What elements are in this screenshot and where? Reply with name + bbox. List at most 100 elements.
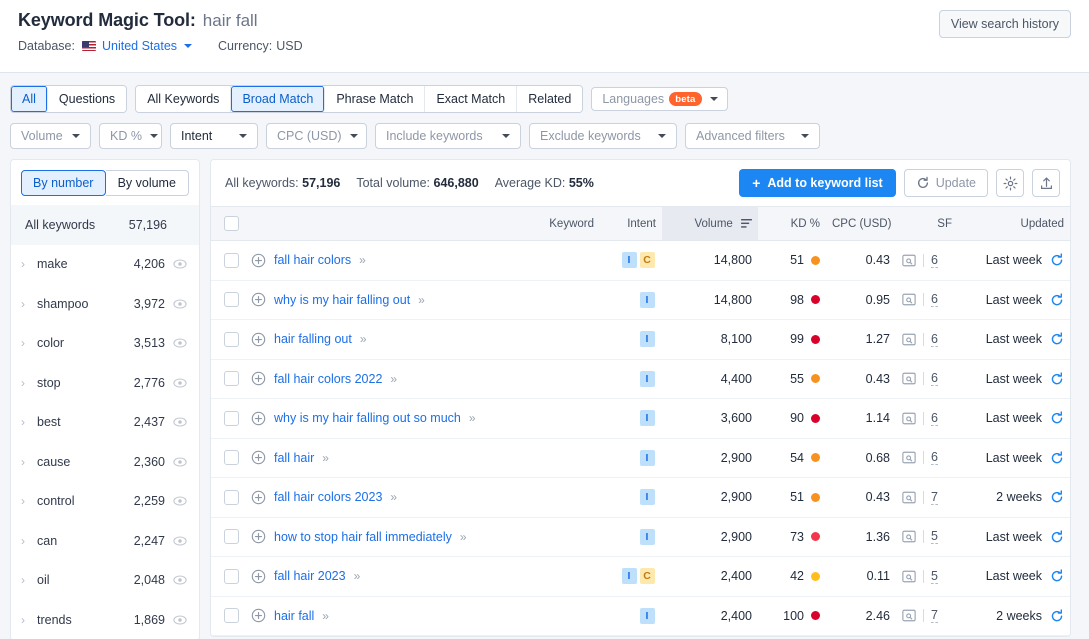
intent-badge-i[interactable]: I [639,489,655,506]
serp-features-icon[interactable] [902,333,916,346]
serp-features-icon[interactable] [902,293,916,306]
sidebar-item-all-keywords[interactable]: All keywords 57,196 [11,205,199,245]
keyword-link[interactable]: fall hair 2023 [274,569,346,583]
intent-badge-i[interactable]: I [639,331,655,348]
column-updated[interactable]: Updated [958,206,1070,241]
eye-icon[interactable] [173,455,187,469]
chevron-right-icon[interactable]: › [21,534,37,548]
tab-broad-match[interactable]: Broad Match [231,86,326,112]
tab-all[interactable]: All [11,86,48,112]
gear-icon[interactable] [996,169,1024,197]
refresh-icon[interactable] [1050,530,1064,544]
volume-filter[interactable]: Volume [10,123,91,149]
expand-keyword-icon[interactable]: » [322,451,329,465]
sidebar-item-color[interactable]: › color 3,513 [11,324,199,364]
serp-features-icon[interactable] [902,609,916,622]
chevron-right-icon[interactable]: › [21,415,37,429]
add-keyword-icon[interactable] [251,411,266,426]
table-row[interactable]: hair falling out » I 8,100 99 1.27 6 Las… [211,319,1070,360]
keyword-link[interactable]: why is my hair falling out so much [274,411,461,425]
column-sf[interactable]: SF [896,206,958,241]
refresh-icon[interactable] [1050,451,1064,465]
refresh-icon[interactable] [1050,293,1064,307]
sidebar-item-control[interactable]: › control 2,259 [11,482,199,522]
sidebar-item-can[interactable]: › can 2,247 [11,521,199,561]
expand-keyword-icon[interactable]: » [460,530,467,544]
intent-badge-i[interactable]: I [639,607,655,624]
sidebar-item-trends[interactable]: › trends 1,869 [11,600,199,639]
sf-count[interactable]: 6 [931,411,938,426]
chevron-right-icon[interactable]: › [21,297,37,311]
keyword-link[interactable]: how to stop hair fall immediately [274,530,452,544]
advanced-filters[interactable]: Advanced filters [685,123,820,149]
database-value[interactable]: United States [102,39,177,53]
table-row[interactable]: fall hair » I 2,900 54 0.68 6 Last week [211,438,1070,478]
tab-all-keywords[interactable]: All Keywords [136,86,232,112]
sidebar-item-stop[interactable]: › stop 2,776 [11,363,199,403]
table-row[interactable]: how to stop hair fall immediately » I 2,… [211,517,1070,557]
toggle-by-volume[interactable]: By volume [105,170,189,196]
eye-icon[interactable] [173,297,187,311]
row-checkbox[interactable] [224,252,239,268]
table-row[interactable]: fall hair 2023 » IC 2,400 42 0.11 5 Last… [211,556,1070,597]
column-intent[interactable]: Intent [600,206,662,241]
chevron-right-icon[interactable]: › [21,376,37,390]
row-checkbox[interactable] [224,292,239,308]
refresh-icon[interactable] [1050,609,1064,623]
chevron-right-icon[interactable]: › [21,455,37,469]
row-checkbox[interactable] [224,371,239,387]
sidebar-item-shampoo[interactable]: › shampoo 3,972 [11,284,199,324]
intent-badge-i[interactable]: I [621,568,637,585]
eye-icon[interactable] [173,573,187,587]
expand-keyword-icon[interactable]: » [390,490,397,504]
table-row[interactable]: why is my hair falling out so much » I 3… [211,398,1070,439]
eye-icon[interactable] [173,494,187,508]
add-keyword-icon[interactable] [251,253,266,268]
row-checkbox[interactable] [224,529,239,545]
sf-count[interactable]: 7 [931,608,938,624]
database-selector[interactable]: Database: United States [18,39,193,53]
row-checkbox[interactable] [224,410,239,426]
eye-icon[interactable] [173,336,187,350]
tab-questions[interactable]: Questions [47,86,127,112]
sf-count[interactable]: 6 [931,450,938,466]
table-row[interactable]: hair fall » I 2,400 100 2.46 7 2 weeks [211,596,1070,636]
keyword-link[interactable]: hair fall [274,609,314,623]
intent-badge-c[interactable]: C [639,568,655,585]
refresh-icon[interactable] [1050,569,1064,583]
toggle-by-number[interactable]: By number [21,170,106,196]
expand-keyword-icon[interactable]: » [354,569,361,583]
sf-count[interactable]: 6 [931,292,938,308]
export-icon[interactable] [1032,169,1060,197]
intent-badge-i[interactable]: I [639,370,655,387]
languages-dropdown[interactable]: Languages beta [591,87,728,111]
sf-count[interactable]: 5 [931,529,938,545]
sf-count[interactable]: 7 [931,490,938,505]
intent-badge-c[interactable]: C [639,252,655,269]
eye-icon[interactable] [173,534,187,548]
tab-exact-match[interactable]: Exact Match [425,86,518,112]
row-checkbox[interactable] [224,331,239,347]
table-row[interactable]: why is my hair falling out » I 14,800 98… [211,280,1070,320]
chevron-right-icon[interactable]: › [21,613,37,627]
add-keyword-icon[interactable] [251,332,266,347]
intent-badge-i[interactable]: I [639,291,655,308]
expand-keyword-icon[interactable]: » [360,332,367,346]
row-checkbox[interactable] [224,608,239,624]
refresh-icon[interactable] [1050,490,1064,504]
add-keyword-icon[interactable] [251,529,266,544]
keyword-link[interactable]: fall hair colors [274,253,351,267]
sf-count[interactable]: 6 [931,332,938,347]
add-keyword-icon[interactable] [251,292,266,307]
cpc-filter[interactable]: CPC (USD) [266,123,367,149]
row-checkbox[interactable] [224,450,239,466]
keyword-link[interactable]: fall hair [274,451,314,465]
chevron-right-icon[interactable]: › [21,573,37,587]
add-keyword-icon[interactable] [251,490,266,505]
table-row[interactable]: fall hair colors 2022 » I 4,400 55 0.43 … [211,359,1070,399]
expand-keyword-icon[interactable]: » [418,293,425,307]
serp-features-icon[interactable] [902,530,916,543]
intent-badge-i[interactable]: I [639,410,655,427]
include-keywords-filter[interactable]: Include keywords [375,123,521,149]
serp-features-icon[interactable] [902,491,916,504]
